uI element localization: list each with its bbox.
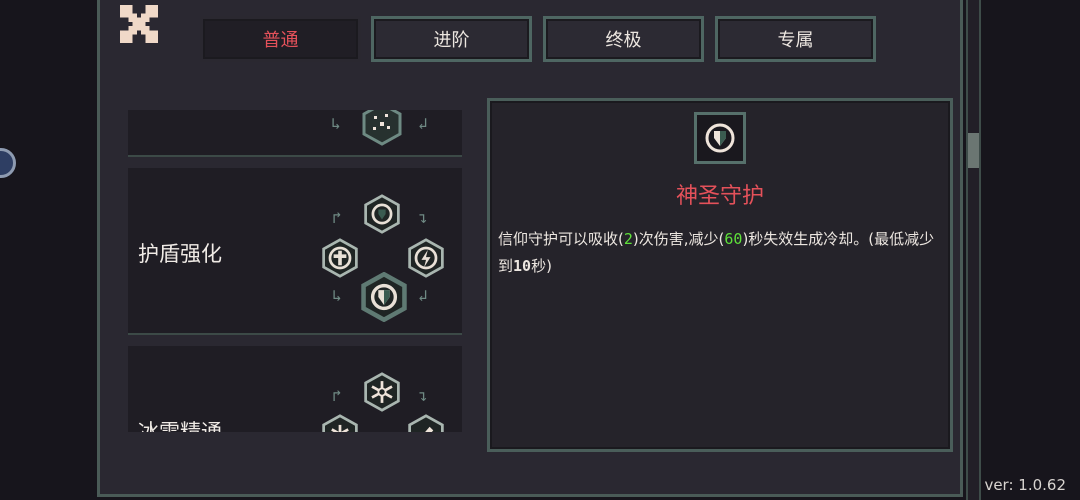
shield-icon [705, 123, 735, 153]
skill-card-ice[interactable]: 冰雪精通 ↱ ↴ [128, 346, 462, 432]
cross-icon [322, 238, 358, 278]
holy-shield-icon[interactable] [359, 272, 409, 322]
skill-card[interactable]: ↳ ↲ [128, 110, 462, 157]
skill-detail-icon-frame [694, 112, 746, 164]
close-button[interactable] [120, 5, 158, 43]
skill-card-shield[interactable]: 护盾强化 ↱ ↴ ↳ ↲ [128, 168, 462, 335]
snowflake-small-icon [322, 414, 358, 432]
skill-description: 信仰守护可以吸收(2)次伤害,减少(60)秒失效生成冷却。(最低减少到10秒) [498, 230, 935, 275]
arrow-icon: ↱ [332, 386, 342, 405]
arrow-icon: ↲ [418, 286, 428, 305]
lightning-icon [408, 238, 444, 278]
close-icon [120, 5, 158, 43]
arrow-icon: ↳ [331, 114, 341, 133]
sparkle-icon [362, 110, 402, 146]
scrollbar-thumb[interactable] [968, 133, 979, 168]
arrow-icon: ↱ [332, 208, 342, 227]
tab-ultimate[interactable]: 终极 [543, 16, 704, 62]
arrow-icon: ↴ [418, 208, 428, 227]
ice-shard-icon [408, 414, 444, 432]
arrow-icon: ↲ [418, 114, 428, 133]
skill-title: 神圣守护 [675, 184, 764, 209]
scrollbar-track[interactable] [966, 0, 981, 500]
arrow-icon: ↳ [332, 286, 342, 305]
shield-icon [364, 194, 400, 234]
snowflake-icon [364, 372, 400, 412]
skill-name: 冰雪精通 [138, 420, 222, 432]
tab-advanced[interactable]: 进阶 [371, 16, 532, 62]
tab-normal[interactable]: 普通 [200, 16, 361, 62]
version-label: ver: 1.0.62 [984, 476, 1066, 494]
side-float-button[interactable] [0, 148, 16, 178]
skill-name: 护盾强化 [138, 242, 222, 266]
tab-exclusive[interactable]: 专属 [715, 16, 876, 62]
skill-list[interactable]: ↳ ↲ 护盾强化 ↱ ↴ ↳ ↲ 冰雪精通 ↱ ↴ [128, 110, 462, 432]
arrow-icon: ↴ [418, 386, 428, 405]
